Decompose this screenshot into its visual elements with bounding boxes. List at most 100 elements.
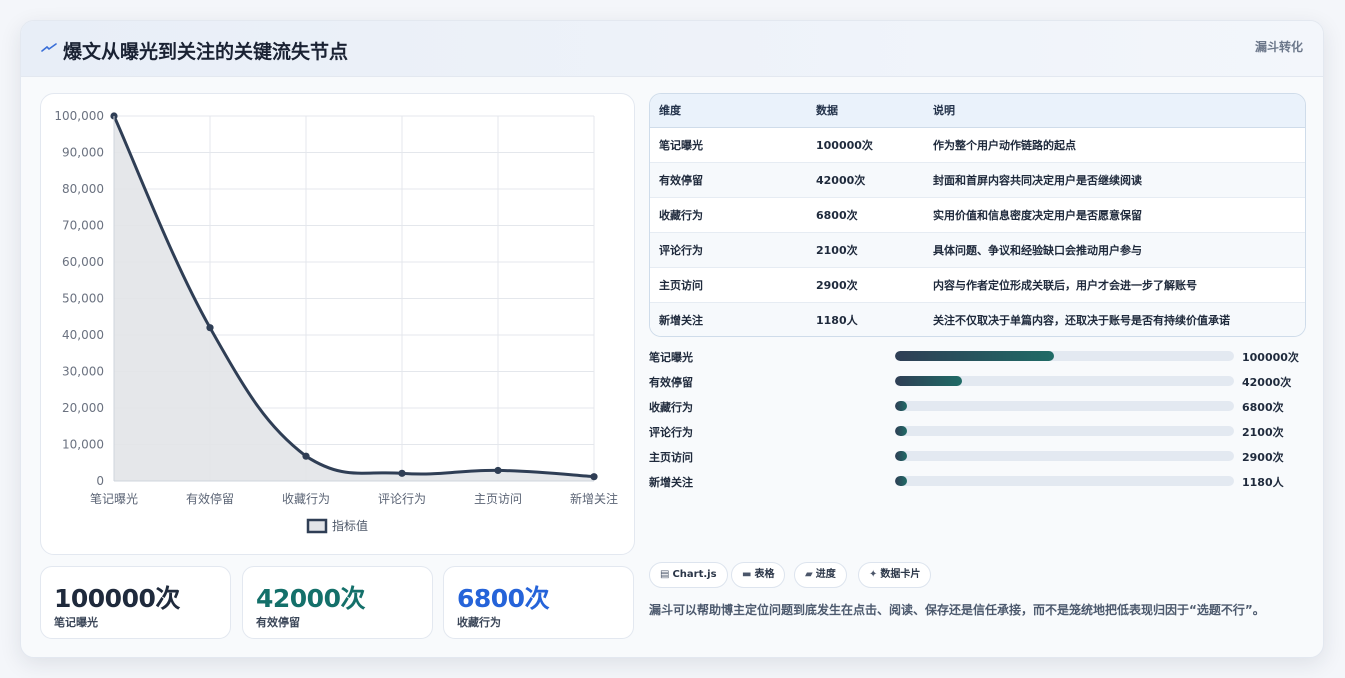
data-point bbox=[590, 473, 598, 481]
chip-label: 进度 bbox=[815, 569, 836, 580]
progress-track bbox=[895, 351, 1234, 361]
progress-row: 有效停留 42000次 bbox=[649, 372, 1306, 390]
lightning-icon bbox=[41, 43, 57, 52]
table-row: 有效停留 42000次 封面和首屏内容共同决定用户是否继续阅读 bbox=[650, 162, 1305, 197]
header: 爆文从曝光到关注的关键流失节点 漏斗转化 bbox=[21, 21, 1323, 77]
table-cell: 收藏行为 bbox=[659, 208, 703, 222]
table-cell: 2900次 bbox=[816, 278, 858, 292]
column-header: 说明 bbox=[924, 94, 1305, 128]
line-chart: 0 10,000 20,000 30,000 40,000 50,000 60,000 70,… bbox=[54, 109, 618, 534]
progress-row: 收藏行为 6800次 bbox=[649, 397, 1306, 415]
kpi-cards: 100000次 笔记曝光 42000次 有效停留 6800次 收藏行为 bbox=[40, 566, 635, 639]
progress-list: 笔记曝光 100000次 有效停留 42000次 收藏行为 6800次 评论行为… bbox=[649, 347, 1306, 497]
table-row: 笔记曝光 100000次 作为整个用户动作链路的起点 bbox=[650, 127, 1305, 162]
table-cell: 笔记曝光 bbox=[659, 138, 703, 152]
table-cell: 实用价值和信息密度决定用户是否愿意保留 bbox=[933, 208, 1142, 222]
table-cell: 2100次 bbox=[816, 243, 858, 257]
progress-row: 笔记曝光 100000次 bbox=[649, 347, 1306, 365]
kpi-label: 收藏行为 bbox=[457, 616, 501, 629]
x-tick-label: 新增关注 bbox=[570, 491, 618, 506]
chip-label: 表格 bbox=[754, 569, 775, 580]
progress-value: 1180人 bbox=[1242, 476, 1284, 489]
table-header-row: 维度 数据 说明 bbox=[650, 94, 1305, 128]
table-cell: 6800次 bbox=[816, 208, 858, 222]
kpi-label: 笔记曝光 bbox=[54, 616, 98, 629]
data-point bbox=[494, 466, 502, 475]
x-tick-label: 主页访问 bbox=[474, 492, 522, 506]
page-title: 爆文从曝光到关注的关键流失节点 bbox=[63, 41, 349, 63]
chip-data-card[interactable]: ✦ 数据卡片 bbox=[858, 562, 932, 588]
progress-fill bbox=[895, 401, 907, 411]
table-row: 收藏行为 6800次 实用价值和信息密度决定用户是否愿意保留 bbox=[650, 197, 1305, 232]
table-cell: 具体问题、争议和经验缺口会推动用户参与 bbox=[933, 243, 1142, 257]
table-cell: 封面和首屏内容共同决定用户是否继续阅读 bbox=[933, 173, 1142, 187]
progress-value: 6800次 bbox=[1242, 401, 1284, 414]
progress-track bbox=[895, 451, 1234, 461]
chip-table[interactable]: ▬ 表格 bbox=[731, 562, 786, 588]
progress-fill bbox=[895, 376, 962, 386]
table-cell: 有效停留 bbox=[659, 173, 703, 187]
y-tick-label: 90,000 bbox=[62, 146, 104, 160]
table-row: 评论行为 2100次 具体问题、争议和经验缺口会推动用户参与 bbox=[650, 232, 1305, 267]
table-cell: 主页访问 bbox=[659, 278, 703, 292]
dashboard-card: 爆文从曝光到关注的关键流失节点 漏斗转化 0 10,000 20,000 30,000… bbox=[20, 20, 1324, 658]
progress-label: 评论行为 bbox=[649, 426, 693, 439]
column-header: 维度 bbox=[650, 94, 807, 128]
progress-track bbox=[895, 426, 1234, 436]
table-cell: 新增关注 bbox=[659, 313, 703, 327]
data-point bbox=[206, 324, 214, 332]
progress-value: 2900次 bbox=[1242, 451, 1284, 464]
progress-label: 收藏行为 bbox=[649, 401, 693, 414]
x-tick-label: 收藏行为 bbox=[282, 492, 330, 506]
table-row: 主页访问 2900次 内容与作者定位形成关联后，用户才会进一步了解账号 bbox=[650, 267, 1305, 302]
progress-label: 笔记曝光 bbox=[649, 351, 693, 364]
y-tick-label: 20,000 bbox=[62, 401, 104, 415]
kpi-label: 有效停留 bbox=[256, 616, 300, 629]
progress-row: 主页访问 2900次 bbox=[649, 447, 1306, 465]
progress-value: 100000次 bbox=[1242, 351, 1299, 364]
chip-chartjs[interactable]: ▤ Chart.js bbox=[649, 562, 728, 588]
y-tick-label: 80,000 bbox=[62, 182, 104, 196]
table-cell: 100000次 bbox=[816, 138, 873, 152]
progress-track bbox=[895, 476, 1234, 486]
chip-label: Chart.js bbox=[672, 569, 717, 580]
progress-value: 2100次 bbox=[1242, 426, 1284, 439]
y-tick-label: 70,000 bbox=[62, 219, 104, 233]
sparkle-icon: ✦ bbox=[869, 569, 878, 580]
line-chart-panel: 0 10,000 20,000 30,000 40,000 50,000 60,000 70,… bbox=[40, 93, 635, 555]
footnote: 漏斗可以帮助博主定位问题到底发生在点击、阅读、保存还是信任承接，而不是笼统地把低… bbox=[649, 603, 1265, 617]
table-cell: 内容与作者定位形成关联后，用户才会进一步了解账号 bbox=[933, 278, 1197, 292]
column-header: 数据 bbox=[807, 94, 924, 128]
progress-label: 主页访问 bbox=[649, 451, 693, 464]
chip-progress[interactable]: ▰ 进度 bbox=[794, 562, 847, 588]
progress-icon: ▰ bbox=[805, 569, 813, 580]
kpi-card: 42000次 有效停留 bbox=[242, 566, 433, 639]
kpi-value: 42000次 bbox=[256, 584, 365, 613]
progress-track bbox=[895, 376, 1234, 386]
progress-fill bbox=[895, 476, 907, 486]
table-cell: 关注不仅取决于单篇内容，还取决于账号是否有持续价值承诺 bbox=[933, 313, 1230, 327]
y-tick-label: 60,000 bbox=[62, 255, 104, 269]
kpi-card: 100000次 笔记曝光 bbox=[40, 566, 231, 639]
data-point bbox=[398, 469, 406, 477]
progress-fill bbox=[895, 426, 907, 436]
progress-fill bbox=[895, 451, 907, 461]
data-table: 维度 数据 说明 笔记曝光 100000次 作为整个用户动作链路的起点 有效停留… bbox=[649, 93, 1306, 337]
y-tick-label: 40,000 bbox=[62, 328, 104, 342]
progress-row: 评论行为 2100次 bbox=[649, 422, 1306, 440]
x-tick-label: 评论行为 bbox=[378, 492, 426, 506]
progress-row: 新增关注 1180人 bbox=[649, 472, 1306, 490]
kpi-value: 6800次 bbox=[457, 584, 550, 613]
table-cell: 1180人 bbox=[816, 313, 858, 327]
progress-label: 新增关注 bbox=[649, 476, 693, 489]
y-tick-label: 0 bbox=[96, 474, 104, 488]
header-tag: 漏斗转化 bbox=[1254, 40, 1303, 54]
y-tick-label: 100,000 bbox=[54, 109, 104, 123]
legend-label: 指标值 bbox=[332, 518, 368, 533]
data-point bbox=[302, 452, 310, 460]
y-tick-label: 10,000 bbox=[62, 438, 104, 452]
table-cell: 评论行为 bbox=[659, 243, 703, 257]
y-tick-label: 30,000 bbox=[62, 365, 104, 379]
legend-swatch bbox=[306, 518, 328, 534]
chart-icon: ▤ bbox=[660, 569, 670, 580]
